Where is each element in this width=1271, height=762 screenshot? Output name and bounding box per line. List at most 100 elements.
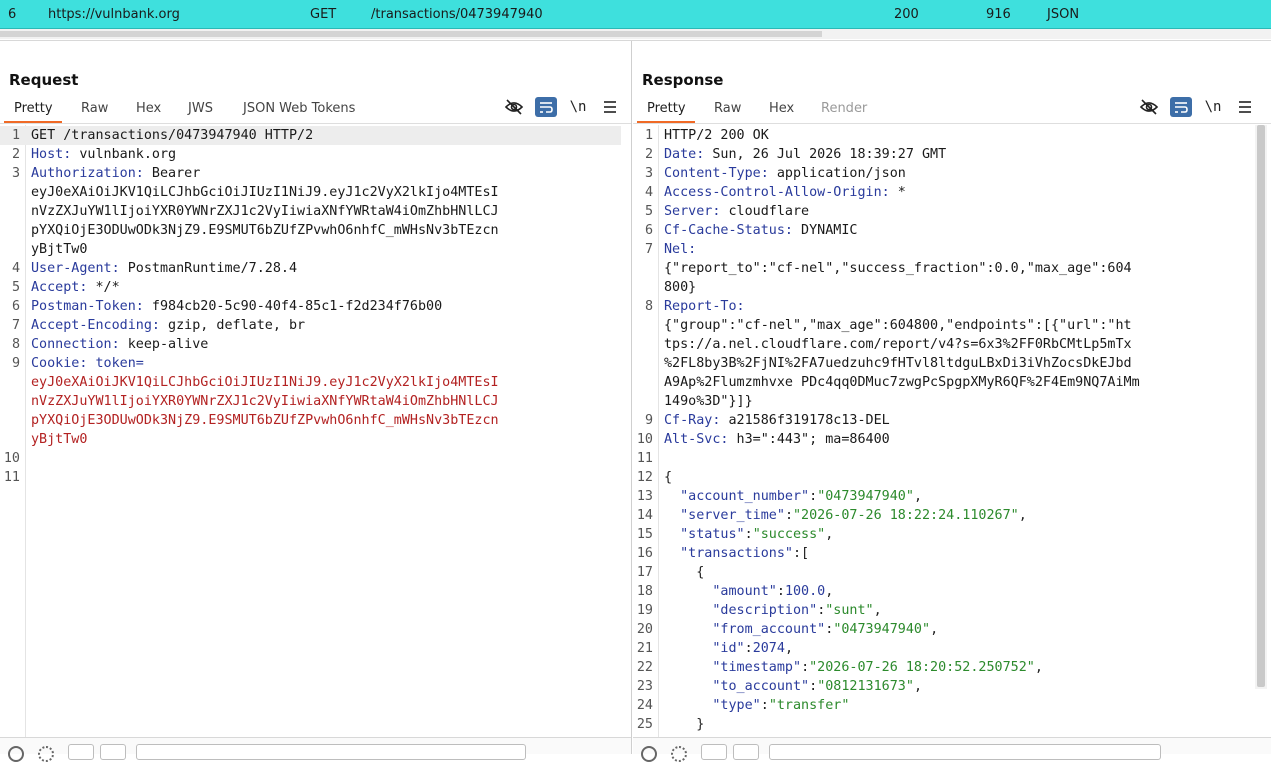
- help-icon[interactable]: [8, 746, 24, 762]
- gear-icon[interactable]: [38, 746, 54, 762]
- code-line[interactable]: yBjtTw0: [0, 240, 621, 259]
- code-text: A9Ap%2Flumzmhvxe PDc4qq0DMuc7zwgPcSpgpXM…: [664, 373, 1140, 392]
- code-line[interactable]: 22 "timestamp":"2026-07-26 18:20:52.2507…: [633, 658, 1255, 677]
- tab-raw[interactable]: Raw: [81, 101, 108, 116]
- line-number: 1: [11, 128, 20, 143]
- code-line[interactable]: 5 Accept: */*: [0, 278, 621, 297]
- request-editor[interactable]: 1 GET /transactions/0473947940 HTTP/2 2 Hos…: [0, 125, 631, 738]
- code-line[interactable]: 7 Accept-Encoding: gzip, deflate, br: [0, 316, 621, 335]
- tab-hex[interactable]: Hex: [136, 101, 161, 116]
- code-line[interactable]: pYXQiOjE3ODUwODk3NjZ9.E9SMUT6bZUfZPvwhO6…: [0, 411, 621, 430]
- tab-pretty[interactable]: Pretty: [14, 101, 53, 116]
- code-line[interactable]: 11: [0, 468, 621, 487]
- back-button[interactable]: [68, 744, 94, 760]
- code-line[interactable]: 21 "id":2074,: [633, 639, 1255, 658]
- code-line[interactable]: tps://a.nel.cloudflare.com/report/v4?s=6…: [633, 335, 1255, 354]
- newline-icon[interactable]: \n: [1202, 97, 1224, 117]
- tab-json-web-tokens[interactable]: JSON Web Tokens: [243, 101, 355, 116]
- code-line[interactable]: A9Ap%2Flumzmhvxe PDc4qq0DMuc7zwgPcSpgpXM…: [633, 373, 1255, 392]
- code-line[interactable]: 13 "account_number":"0473947940",: [633, 487, 1255, 506]
- code-line[interactable]: 19 "description":"sunt",: [633, 601, 1255, 620]
- code-line[interactable]: 12 {: [633, 468, 1255, 487]
- code-line[interactable]: 18 "amount":100.0,: [633, 582, 1255, 601]
- code-line[interactable]: %2FL8by3B%2FjNI%2FA7uedzuhc9fHTvl8ltdguL…: [633, 354, 1255, 373]
- code-text: pYXQiOjE3ODUwODk3NjZ9.E9SMUT6bZUfZPvwhO6…: [31, 411, 499, 430]
- code-line[interactable]: 7 Nel:: [633, 240, 1255, 259]
- code-line[interactable]: eyJ0eXAiOiJKV1QiLCJhbGciOiJIUzI1NiJ9.eyJ…: [0, 183, 621, 202]
- line-number: 15: [636, 527, 653, 542]
- code-token: "success": [752, 527, 826, 542]
- code-line[interactable]: 11: [633, 449, 1255, 468]
- code-line[interactable]: 14 "server_time":"2026-07-26 18:22:24.11…: [633, 506, 1255, 525]
- response-editor[interactable]: 1 HTTP/2 200 OK 2 Date: Sun, 26 Jul 2026 18…: [633, 125, 1271, 738]
- code-line[interactable]: 1 HTTP/2 200 OK: [633, 126, 1255, 145]
- code-token: :: [801, 660, 810, 675]
- code-line[interactable]: 6 Postman-Token: f984cb20-5c90-40f4-85c1-…: [0, 297, 621, 316]
- line-number: 14: [636, 508, 653, 523]
- menu-icon[interactable]: [1234, 97, 1256, 117]
- code-line[interactable]: {"group":"cf-nel","max_age":604800,"endp…: [633, 316, 1255, 335]
- response-vertical-scrollbar[interactable]: [1255, 125, 1267, 689]
- code-line[interactable]: pYXQiOjE3ODUwODk3NjZ9.E9SMUT6bZUfZPvwhO6…: [0, 221, 621, 240]
- code-line[interactable]: 23 "to_account":"0812131673",: [633, 677, 1255, 696]
- scrollbar-thumb[interactable]: [0, 31, 822, 37]
- tab-jws[interactable]: JWS: [188, 101, 213, 116]
- code-line[interactable]: 24 "type":"transfer": [633, 696, 1255, 715]
- menu-icon[interactable]: [599, 97, 621, 117]
- forward-button[interactable]: [100, 744, 126, 760]
- tab-hex[interactable]: Hex: [769, 101, 794, 116]
- scrollbar-thumb[interactable]: [1257, 125, 1265, 687]
- line-number: 13: [636, 489, 653, 504]
- code-line[interactable]: 1 GET /transactions/0473947940 HTTP/2: [0, 126, 621, 145]
- tab-raw[interactable]: Raw: [714, 101, 741, 116]
- code-line[interactable]: nVzZXJuYW1lIjoiYXR0YWNrZXJ1c2VyIiwiaXNfY…: [0, 392, 621, 411]
- tab-render[interactable]: Render: [821, 101, 867, 116]
- code-line[interactable]: 4 Access-Control-Allow-Origin: *: [633, 183, 1255, 202]
- code-line[interactable]: 4 User-Agent: PostmanRuntime/7.28.4: [0, 259, 621, 278]
- eye-slash-icon[interactable]: [1138, 97, 1160, 117]
- code-token: {"report_to":"cf-nel","success_fraction"…: [664, 261, 1132, 276]
- code-text: "timestamp":"2026-07-26 18:20:52.250752"…: [664, 658, 1043, 677]
- newline-icon[interactable]: \n: [567, 97, 589, 117]
- code-line[interactable]: 16 "transactions":[: [633, 544, 1255, 563]
- code-line[interactable]: 3 Content-Type: application/json: [633, 164, 1255, 183]
- code-line[interactable]: 25 }: [633, 715, 1255, 734]
- code-line[interactable]: 10 Alt-Svc: h3=":443"; ma=86400: [633, 430, 1255, 449]
- code-line[interactable]: 17 {: [633, 563, 1255, 582]
- code-text: Accept-Encoding: gzip, deflate, br: [31, 316, 305, 335]
- code-line[interactable]: 10: [0, 449, 621, 468]
- wrap-icon[interactable]: [535, 97, 557, 117]
- history-row-selected[interactable]: 6 https://vulnbank.org GET /transactions…: [0, 0, 1271, 29]
- code-line[interactable]: 9 Cookie: token=: [0, 354, 621, 373]
- code-line[interactable]: 15 "status":"success",: [633, 525, 1255, 544]
- code-line[interactable]: 6 Cf-Cache-Status: DYNAMIC: [633, 221, 1255, 240]
- help-icon[interactable]: [641, 746, 657, 762]
- code-line[interactable]: eyJ0eXAiOiJKV1QiLCJhbGciOiJIUzI1NiJ9.eyJ…: [0, 373, 621, 392]
- forward-button[interactable]: [733, 744, 759, 760]
- back-button[interactable]: [701, 744, 727, 760]
- tab-pretty[interactable]: Pretty: [647, 101, 686, 116]
- code-line[interactable]: 9 Cf-Ray: a21586f319178c13-DEL: [633, 411, 1255, 430]
- code-line[interactable]: 800}: [633, 278, 1255, 297]
- code-token: h3=":443"; ma=86400: [728, 432, 890, 447]
- code-line[interactable]: {"report_to":"cf-nel","success_fraction"…: [633, 259, 1255, 278]
- code-token: DYNAMIC: [793, 223, 858, 238]
- search-input[interactable]: [769, 744, 1161, 760]
- eye-slash-icon[interactable]: [503, 97, 525, 117]
- line-number: [0, 373, 20, 392]
- code-line[interactable]: 8 Connection: keep-alive: [0, 335, 621, 354]
- code-line[interactable]: 3 Authorization: Bearer: [0, 164, 621, 183]
- history-horizontal-scrollbar[interactable]: [0, 29, 1271, 39]
- code-line[interactable]: yBjtTw0: [0, 430, 621, 449]
- code-line[interactable]: 2 Host: vulnbank.org: [0, 145, 621, 164]
- code-line[interactable]: 20 "from_account":"0473947940",: [633, 620, 1255, 639]
- search-input[interactable]: [136, 744, 526, 760]
- code-line[interactable]: 2 Date: Sun, 26 Jul 2026 18:39:27 GMT: [633, 145, 1255, 164]
- code-line[interactable]: nVzZXJuYW1lIjoiYXR0YWNrZXJ1c2VyIiwiaXNfY…: [0, 202, 621, 221]
- code-line[interactable]: 8 Report-To:: [633, 297, 1255, 316]
- code-line[interactable]: 149o%3D"}]}: [633, 392, 1255, 411]
- wrap-icon[interactable]: [1170, 97, 1192, 117]
- gear-icon[interactable]: [671, 746, 687, 762]
- code-text: pYXQiOjE3ODUwODk3NjZ9.E9SMUT6bZUfZPvwhO6…: [31, 221, 499, 240]
- code-line[interactable]: 5 Server: cloudflare: [633, 202, 1255, 221]
